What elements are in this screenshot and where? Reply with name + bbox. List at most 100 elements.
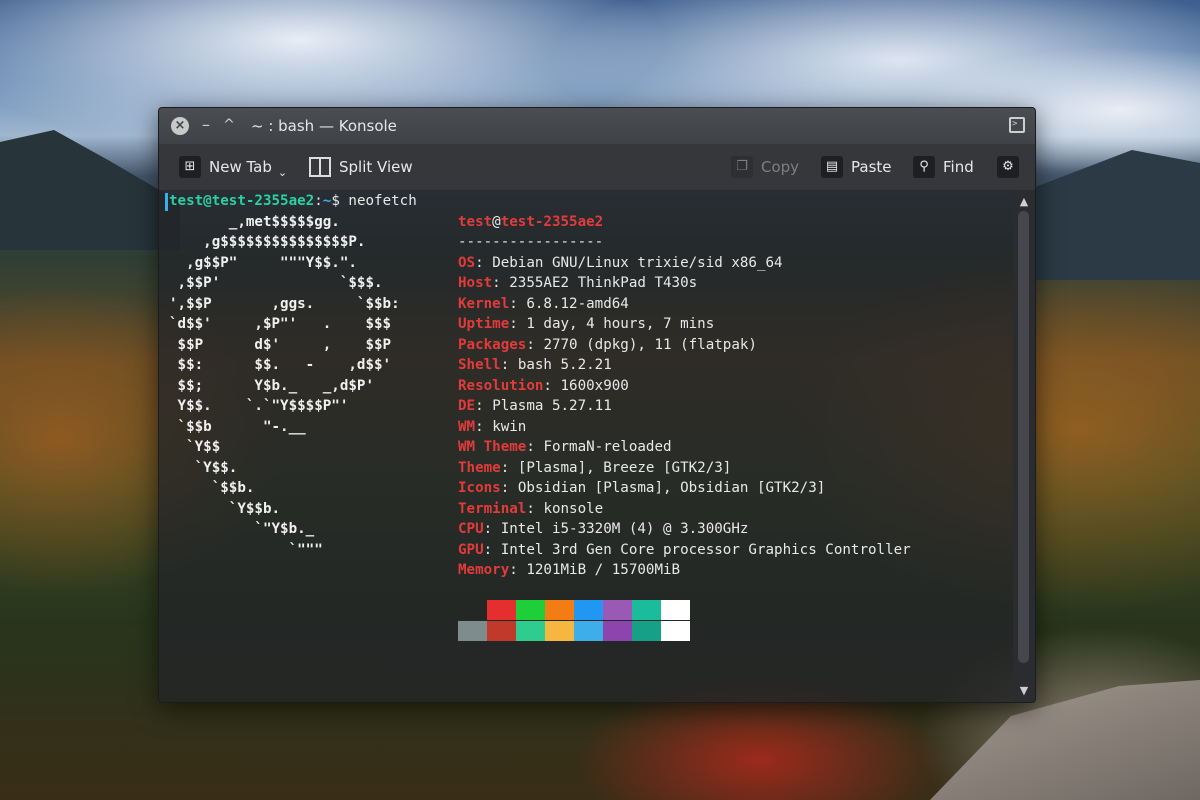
- info-value: Debian GNU/Linux trixie/sid x86_64: [492, 254, 783, 271]
- info-label: Host: [458, 275, 493, 291]
- palette-swatch: [632, 621, 661, 641]
- split-view-icon: [309, 157, 331, 177]
- info-row: Host: 2355AE2 ThinkPad T430s: [458, 273, 697, 293]
- palette-swatch: [661, 600, 690, 620]
- info-value: 1201MiB / 15700MiB: [526, 562, 681, 578]
- info-colon: :: [509, 295, 527, 312]
- info-value: konsole: [543, 500, 604, 517]
- palette-swatch: [603, 600, 632, 620]
- info-label: Memory: [458, 562, 510, 578]
- info-label: Terminal: [458, 500, 527, 517]
- info-value: 1 day, 4 hours, 7 mins: [526, 316, 715, 332]
- info-value: [Plasma], Breeze [GTK2/3]: [517, 459, 732, 476]
- info-label: WM: [458, 418, 476, 435]
- info-label: Kernel: [458, 295, 510, 312]
- info-value: 6.8.12-amd64: [526, 295, 629, 312]
- info-colon: :: [500, 459, 518, 476]
- info-at: @: [492, 213, 501, 230]
- wallpaper-mountain-right: [1030, 150, 1200, 280]
- palette-swatch: [603, 621, 632, 641]
- info-row: DE: Plasma 5.27.11: [458, 396, 612, 416]
- info-value: Intel 3rd Gen Core processor Graphics Co…: [500, 541, 911, 558]
- info-label: Icons: [458, 480, 501, 496]
- paste-button[interactable]: ▤ Paste: [821, 144, 892, 190]
- info-label: DE: [458, 398, 476, 414]
- info-value: bash 5.2.21: [517, 357, 612, 373]
- title-bar[interactable]: × – ^ ~ : bash — Konsole >: [159, 108, 1035, 144]
- ascii-logo-line: `Y$$: [169, 439, 221, 455]
- info-label: Theme: [458, 459, 501, 476]
- info-label: CPU: [458, 521, 484, 537]
- prompt-sep: :: [314, 193, 323, 209]
- palette-swatch: [516, 621, 545, 641]
- info-colon: :: [509, 562, 527, 578]
- chevron-down-icon[interactable]: ⌄: [278, 166, 287, 179]
- info-label: Uptime: [458, 316, 510, 332]
- info-value: 2355AE2 ThinkPad T430s: [509, 275, 698, 291]
- search-icon: ⚲: [913, 156, 935, 178]
- command-text: neofetch: [348, 193, 417, 209]
- new-tab-button[interactable]: ⊞ New Tab ⌄: [179, 144, 287, 190]
- info-row: Shell: bash 5.2.21: [458, 355, 612, 375]
- info-colon: :: [526, 439, 544, 455]
- scroll-down-icon[interactable]: ▼: [1013, 684, 1035, 698]
- ascii-logo-line: `Y$$b.: [169, 500, 281, 517]
- split-view-button[interactable]: Split View: [309, 144, 413, 190]
- copy-button[interactable]: ❐ Copy: [731, 144, 799, 190]
- scrollbar[interactable]: ▲ ▼: [1013, 191, 1035, 702]
- maximize-icon[interactable]: ^: [221, 114, 237, 133]
- info-row: OS: Debian GNU/Linux trixie/sid x86_64: [458, 253, 783, 273]
- ascii-logo-line: ,g$$P" """Y$$.".: [169, 254, 357, 271]
- ascii-logo-line: $$: $$. - ,d$$': [169, 357, 392, 373]
- ascii-logo-line: `""": [169, 541, 323, 558]
- scroll-up-icon[interactable]: ▲: [1013, 195, 1035, 209]
- palette-swatch: [661, 621, 690, 641]
- info-colon: :: [509, 316, 527, 332]
- info-row: CPU: Intel i5-3320M (4) @ 3.300GHz: [458, 519, 748, 539]
- toolbar: ⊞ New Tab ⌄ Split View ❐ Copy ▤ Paste ⚲ …: [159, 144, 1035, 191]
- info-colon: :: [500, 357, 518, 373]
- info-label: Packages: [458, 336, 527, 353]
- terminal-menu-icon[interactable]: >: [1009, 117, 1025, 133]
- wallpaper-mountain-left: [0, 130, 180, 250]
- minimize-icon[interactable]: –: [199, 116, 213, 134]
- info-colon: :: [500, 480, 518, 496]
- terminal-marker: [165, 193, 168, 211]
- info-row: WM: kwin: [458, 417, 526, 437]
- info-row: Packages: 2770 (dpkg), 11 (flatpak): [458, 335, 757, 355]
- ascii-logo-line: ,$$P' `$$$.: [169, 275, 383, 291]
- settings-button[interactable]: ⚙: [997, 144, 1019, 190]
- info-value: Intel i5-3320M (4) @ 3.300GHz: [500, 521, 749, 537]
- palette-swatch: [487, 600, 516, 620]
- prompt-symbol: $: [331, 193, 349, 209]
- close-icon[interactable]: ×: [171, 117, 189, 135]
- ascii-logo-line: $$; Y$b._ _,d$P': [169, 377, 374, 394]
- paste-label: Paste: [851, 158, 892, 176]
- info-colon: :: [475, 398, 493, 414]
- info-row: Terminal: konsole: [458, 499, 603, 519]
- info-label: GPU: [458, 541, 484, 558]
- copy-label: Copy: [761, 158, 800, 176]
- ascii-logo-line: `d$$' ,$P"' . $$$: [169, 316, 392, 332]
- info-host: test-2355ae2: [500, 213, 604, 230]
- info-label: Resolution: [458, 377, 544, 394]
- info-row: Resolution: 1600x900: [458, 376, 629, 396]
- terminal-area[interactable]: test@test-2355ae2:~$ neofetch _,met$$$$$…: [159, 191, 1013, 702]
- window-title: ~ : bash — Konsole: [251, 117, 397, 135]
- konsole-window: × – ^ ~ : bash — Konsole > ⊞ New Tab ⌄ S…: [158, 107, 1036, 703]
- info-value: 2770 (dpkg), 11 (flatpak): [543, 336, 757, 353]
- palette-swatch: [574, 621, 603, 641]
- info-separator: -----------------: [458, 234, 604, 250]
- scrollbar-track[interactable]: [1018, 211, 1029, 663]
- info-label: Shell: [458, 357, 501, 373]
- palette-swatch: [545, 600, 574, 620]
- info-row: Uptime: 1 day, 4 hours, 7 mins: [458, 314, 714, 334]
- info-row: WM Theme: FormaN-reloaded: [458, 437, 672, 457]
- find-button[interactable]: ⚲ Find: [913, 144, 974, 190]
- copy-icon: ❐: [731, 156, 753, 178]
- palette-swatch: [574, 600, 603, 620]
- info-user: test: [458, 213, 493, 230]
- info-colon: :: [492, 275, 510, 291]
- ascii-logo-line: _,met$$$$$gg.: [169, 213, 340, 230]
- info-row: Icons: Obsidian [Plasma], Obsidian [GTK2…: [458, 478, 825, 498]
